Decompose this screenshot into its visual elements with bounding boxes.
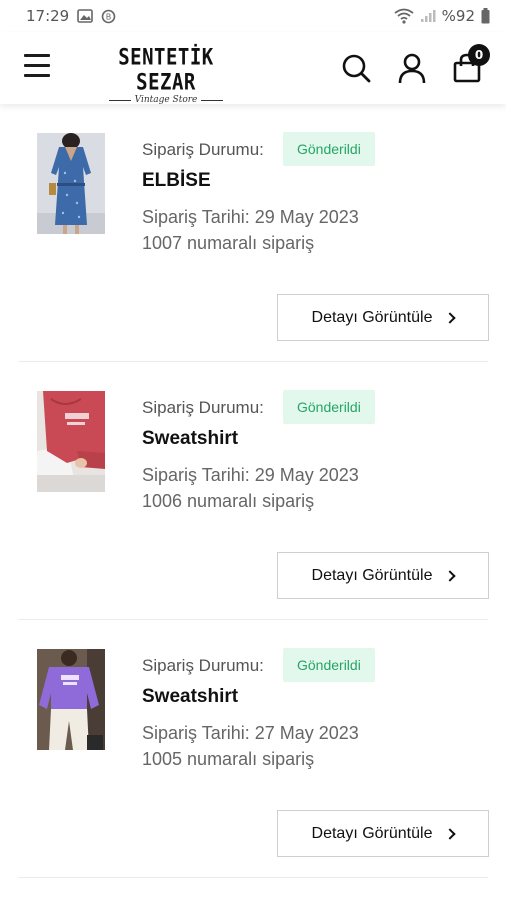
battery-icon (481, 8, 490, 24)
view-details-button[interactable]: Detayı Görüntüle (277, 552, 489, 599)
order-number: 1006 numaralı sipariş (142, 491, 315, 511)
battery-percent: %92 (441, 7, 475, 25)
order-number: 1005 numaralı sipariş (142, 749, 315, 769)
view-details-label: Detayı Görüntüle (311, 566, 433, 584)
brand-logo[interactable]: SENTETİK SEZAR Vintage Store (88, 45, 244, 105)
order-status-label: Sipariş Durumu: (142, 140, 264, 159)
order-date: Sipariş Tarihi: 29 May 2023 (142, 207, 359, 227)
view-details-button[interactable]: Detayı Görüntüle (277, 810, 489, 857)
menu-icon-line (24, 64, 50, 67)
brand-name: SENTETİK SEZAR (118, 44, 214, 96)
chevron-right-icon (444, 311, 457, 324)
product-name[interactable]: ELBİSE (142, 170, 211, 192)
signal-icon (420, 10, 436, 22)
tagline-ornament (201, 99, 224, 101)
view-details-label: Detayı Görüntüle (311, 308, 433, 326)
status-bar-right: %92 (394, 7, 490, 25)
orders-list: Sipariş Durumu: Gönderildi ELBİSE Sipari… (0, 104, 506, 878)
brand-tagline-row: Vintage Store (88, 95, 244, 105)
gallery-notification-icon (77, 9, 94, 23)
order-status-label: Sipariş Durumu: (142, 398, 264, 417)
order-number: 1007 numaralı sipariş (142, 233, 315, 253)
tagline-ornament (108, 99, 131, 101)
cart-count-badge: 0 (468, 44, 490, 66)
order-status-badge: Gönderildi (283, 390, 375, 424)
order-date: Sipariş Tarihi: 27 May 2023 (142, 723, 359, 743)
view-details-button[interactable]: Detayı Görüntüle (277, 294, 489, 341)
chevron-right-icon (444, 827, 457, 840)
menu-icon-line (24, 54, 50, 57)
product-name[interactable]: Sweatshirt (142, 428, 238, 450)
status-bar: 17:29 B %92 (0, 0, 506, 32)
search-icon[interactable] (340, 52, 372, 84)
product-image-dress[interactable] (37, 133, 105, 234)
sync-notification-icon: B (101, 9, 116, 23)
svg-text:B: B (106, 12, 112, 21)
status-time: 17:29 (26, 7, 70, 25)
user-icon[interactable] (396, 52, 428, 84)
order-card: Sipariş Durumu: Gönderildi Sweatshirt Si… (18, 620, 489, 878)
product-name[interactable]: Sweatshirt (142, 686, 238, 708)
brand-tagline: Vintage Store (134, 95, 198, 105)
order-card: Sipariş Durumu: Gönderildi ELBİSE Sipari… (18, 104, 489, 362)
product-image-purple-sweatshirt[interactable] (37, 649, 105, 750)
order-date: Sipariş Tarihi: 29 May 2023 (142, 465, 359, 485)
wifi-icon (394, 8, 414, 24)
chevron-right-icon (444, 569, 457, 582)
order-card: Sipariş Durumu: Gönderildi Sweatshirt Si… (18, 362, 489, 620)
menu-icon-line (24, 74, 50, 77)
order-status-badge: Gönderildi (283, 648, 375, 682)
menu-button[interactable] (24, 54, 54, 82)
product-image-pink-sweatshirt[interactable] (37, 391, 105, 492)
app-header: SENTETİK SEZAR Vintage Store 0 (0, 32, 506, 105)
status-bar-left: 17:29 B (26, 7, 116, 25)
order-status-label: Sipariş Durumu: (142, 656, 264, 675)
view-details-label: Detayı Görüntüle (311, 824, 433, 842)
order-status-badge: Gönderildi (283, 132, 375, 166)
